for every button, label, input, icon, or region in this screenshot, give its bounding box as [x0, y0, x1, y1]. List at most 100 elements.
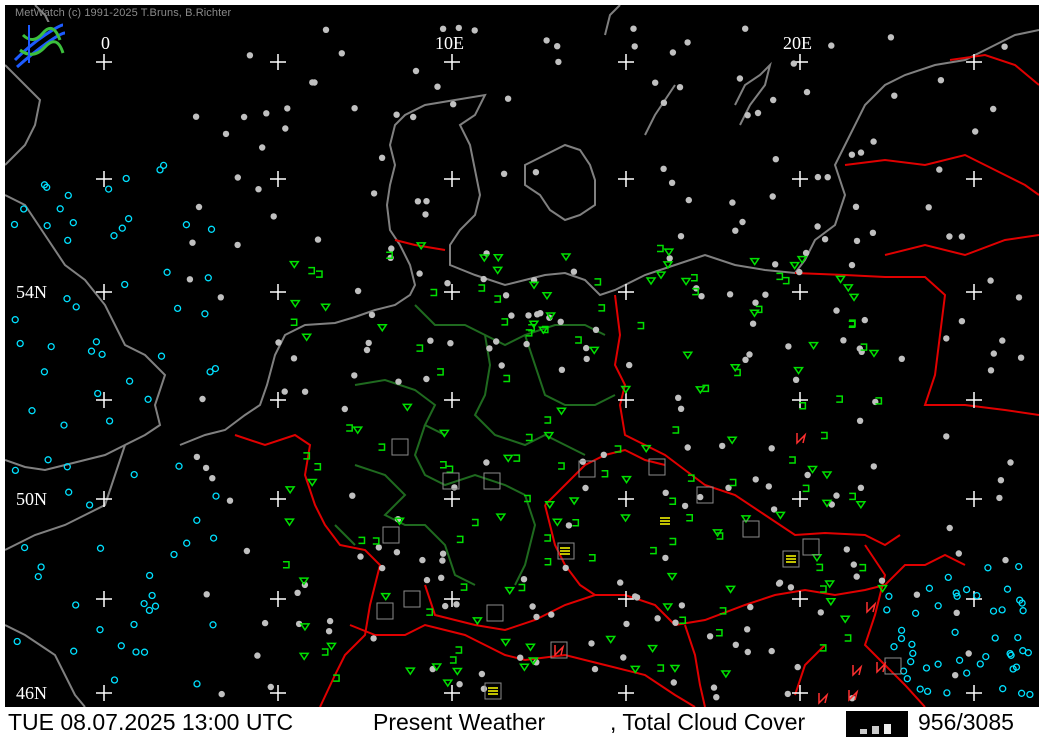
cloud-cover-dot — [726, 291, 734, 298]
layer-present-weather[interactable]: Present Weather — [373, 709, 545, 736]
cloud-cover-dot — [887, 34, 895, 41]
weather-symbol — [725, 585, 736, 594]
cloud-cover-dot — [422, 211, 429, 218]
cloud-cover-dot — [630, 25, 637, 32]
weather-symbol — [690, 274, 698, 282]
cloud-cover-dot — [943, 335, 950, 342]
weather-symbol — [299, 623, 311, 632]
cloud-cover-dot — [670, 679, 677, 686]
weather-symbol — [442, 679, 454, 688]
cloud-cover-dot — [451, 484, 458, 491]
cloud-cover-dot — [500, 170, 508, 177]
cloud-cover-dot — [883, 606, 891, 614]
cloud-cover-dot — [453, 601, 460, 608]
cloud-cover-dot — [833, 307, 840, 314]
cloud-cover-dot — [209, 534, 218, 542]
cloud-cover-dot — [37, 563, 45, 571]
grid-cross — [270, 491, 286, 507]
cloud-cover-dot — [195, 203, 203, 211]
cloud-cover-dot — [742, 25, 749, 32]
cloud-cover-dot — [282, 125, 289, 132]
cloud-cover-dot — [64, 191, 72, 200]
cloud-cover-dot — [562, 564, 569, 572]
weather-symbol — [544, 534, 552, 542]
weather-map[interactable]: MetWatch (c) 1991-2025 T.Bruns, B.Richte… — [5, 5, 1039, 707]
cloud-cover-dot — [456, 681, 463, 688]
cloud-cover-dot — [450, 101, 457, 108]
cloud-cover-dot — [668, 179, 676, 186]
weather-symbol — [749, 257, 761, 266]
weather-symbol — [290, 318, 298, 327]
grid-cross — [270, 284, 286, 300]
cloud-cover-dot — [990, 350, 997, 357]
weather-symbol — [660, 517, 670, 525]
datetime-text: TUE 08.07.2025 13:00 UTC — [8, 709, 294, 735]
weather-symbol — [284, 518, 295, 527]
weather-symbol — [492, 266, 504, 275]
cloud-cover-dot — [631, 43, 638, 50]
cloud-cover-dot — [955, 550, 962, 557]
cloud-cover-dot — [848, 261, 856, 269]
weather-symbol — [789, 456, 796, 464]
grid-cross — [444, 491, 460, 507]
cloud-cover-dot — [98, 350, 106, 359]
cloud-cover-dot — [1019, 607, 1027, 615]
cloud-cover-dot — [72, 601, 80, 609]
cloud-cover-dot — [1007, 459, 1014, 466]
cloud-cover-dot — [676, 84, 684, 91]
cloud-cover-dot — [28, 407, 36, 415]
station-box — [403, 590, 421, 608]
cloud-cover-dot — [110, 232, 118, 240]
cloud-cover-dot — [47, 342, 55, 351]
cloud-cover-dot — [309, 79, 316, 86]
cloud-cover-dot — [199, 395, 206, 403]
cloud-cover-dot — [582, 484, 589, 492]
weather-symbol — [306, 478, 318, 487]
weather-symbol — [451, 667, 463, 676]
cloud-cover-dot — [672, 619, 679, 626]
weather-symbol — [655, 271, 667, 280]
weather-symbol — [404, 667, 416, 676]
grid-cross — [966, 171, 982, 187]
cloud-cover-dot — [784, 690, 791, 698]
cloud-cover-dot — [294, 589, 301, 596]
map-canvas — [5, 5, 1039, 707]
weather-symbol — [849, 492, 856, 501]
cloud-cover-dot — [416, 270, 423, 277]
cloud-cover-dot — [151, 602, 160, 610]
cloud-cover-dot — [681, 502, 689, 510]
cloud-cover-legend-icon — [846, 711, 908, 737]
weather-symbol — [525, 433, 533, 442]
cloud-cover-dot — [856, 417, 864, 424]
weather-symbol — [518, 583, 526, 592]
weather-symbol — [679, 616, 687, 625]
grid-cross — [792, 491, 808, 507]
cloud-cover-dot — [159, 161, 168, 170]
cloud-cover-dot — [936, 166, 943, 173]
grid-cross — [618, 54, 634, 70]
cloud-cover-dot — [772, 261, 779, 268]
weather-symbol — [839, 615, 851, 624]
grid-cross — [96, 685, 112, 701]
cloud-cover-dot — [92, 338, 101, 346]
cloud-cover-dot — [1017, 354, 1025, 361]
cloud-cover-dot — [617, 579, 624, 586]
cloud-cover-dot — [234, 241, 241, 249]
grid-cross — [966, 685, 982, 701]
weather-symbol — [824, 580, 836, 589]
layer-total-cloud-cover[interactable]: , Total Cloud Cover — [610, 709, 805, 736]
cloud-cover-dot — [922, 664, 931, 672]
weather-symbol — [502, 454, 514, 463]
cloud-cover-dot — [483, 459, 490, 466]
grid-cross — [618, 685, 634, 701]
cloud-cover-dot — [706, 633, 714, 640]
weather-symbol — [868, 349, 880, 358]
cloud-cover-dot — [104, 185, 113, 193]
lon-label-0: 0 — [101, 33, 110, 53]
cloud-cover-dot — [203, 591, 210, 598]
weather-symbol — [449, 656, 457, 664]
weather-symbol — [401, 403, 413, 412]
weather-symbol — [284, 486, 296, 495]
cloud-cover-dot — [183, 539, 191, 547]
cloud-cover-dot — [685, 196, 692, 204]
